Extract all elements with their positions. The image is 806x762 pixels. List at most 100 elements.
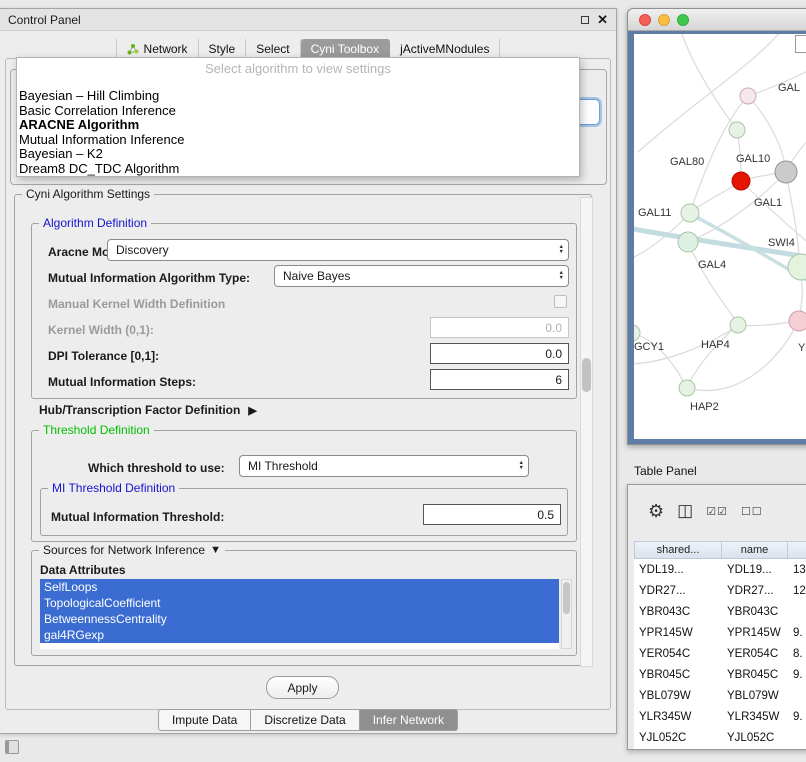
attribute-item[interactable]: TopologicalCoefficient [40, 595, 559, 611]
mi-steps-input[interactable]: 6 [430, 369, 569, 390]
stepper-down-icon: ▼ [559, 250, 564, 255]
control-panel-titlebar[interactable]: Control Panel ✕ [0, 9, 616, 31]
tab-label: Cyni Toolbox [311, 42, 379, 56]
algorithm-option[interactable]: Dream8 DC_TDC Algorithm [17, 162, 579, 177]
table-cell: 13 [788, 564, 806, 576]
network-node[interactable] [732, 172, 750, 190]
stepper-icon: ▲▼ [519, 461, 524, 471]
attribute-item[interactable]: BetweennessCentrality [40, 611, 559, 627]
close-traffic-light-icon[interactable] [639, 14, 651, 26]
minimize-traffic-light-icon[interactable] [658, 14, 670, 26]
table-panel-window: ⚙ ◫ ☑☑ ☐☐ shared...name YDL19...YDL19...… [627, 484, 806, 750]
sources-group: Sources for Network Inference ▼ Data Att… [31, 550, 577, 656]
aracne-mode-combobox[interactable]: Discovery ▲▼ [107, 239, 569, 261]
dpi-tolerance-input[interactable]: 0.0 [430, 343, 569, 364]
table-row[interactable]: YPR145WYPR145W9. [634, 622, 806, 643]
deselect-all-icon[interactable]: ☐☐ [741, 505, 763, 518]
select-all-icon[interactable]: ☑☑ [706, 505, 728, 518]
control-panel-title: Control Panel [8, 13, 81, 27]
mi-threshold-label: Mutual Information Threshold: [51, 510, 224, 524]
network-node[interactable] [729, 122, 745, 138]
panel-dock-icon[interactable] [5, 740, 19, 754]
algorithm-option[interactable]: Mutual Information Inference [17, 133, 579, 148]
gear-icon[interactable]: ⚙ [648, 501, 664, 522]
expanded-arrow-icon[interactable]: ▼ [210, 544, 221, 556]
close-icon[interactable]: ✕ [597, 13, 608, 26]
tab-jactivemnodules[interactable]: jActiveMNodules [390, 39, 500, 59]
tab-cyni-toolbox[interactable]: Cyni Toolbox [301, 39, 390, 59]
algorithm-definition-group: Algorithm Definition Aracne Mode: Discov… [31, 223, 577, 399]
tab-select[interactable]: Select [246, 39, 300, 59]
network-node[interactable] [679, 380, 695, 396]
network-node[interactable] [740, 88, 756, 104]
table-row[interactable]: YER054CYER054C8. [634, 643, 806, 664]
network-canvas[interactable]: GALGAL80GAL10GAL1GAL11SWI4GAL4GCY1HAP4YH… [634, 34, 806, 439]
node-table: shared...name YDL19...YDL19...13YDR27...… [634, 541, 806, 749]
apply-button[interactable]: Apply [266, 676, 339, 699]
network-window-titlebar[interactable] [628, 9, 806, 31]
table-row[interactable]: YBR045CYBR045C9. [634, 664, 806, 685]
mi-type-combobox[interactable]: Naive Bayes ▲▼ [274, 265, 569, 287]
algorithm-option[interactable]: Bayesian – Hill Climbing [17, 89, 579, 104]
settings-group-title: Cyni Algorithm Settings [22, 187, 154, 201]
stepper-down-icon: ▼ [519, 466, 524, 471]
manual-kernel-checkbox[interactable] [554, 295, 567, 308]
table-row[interactable]: YBL079WYBL079W [634, 685, 806, 706]
scrollbar-thumb[interactable] [563, 582, 570, 614]
hub-definition-label: Hub/Transcription Factor Definition [39, 403, 240, 417]
control-panel-window: Control Panel ✕ NetworkStyleSelect Cyni T… [0, 8, 617, 734]
attribute-item[interactable]: gal4RGexp [40, 627, 559, 643]
columns-icon[interactable]: ◫ [677, 501, 693, 521]
network-node[interactable] [681, 204, 699, 222]
algorithm-option[interactable]: ARACNE Algorithm [17, 118, 579, 133]
column-header[interactable]: name [722, 541, 788, 559]
settings-scrollbar[interactable] [580, 197, 593, 667]
attribute-item[interactable]: SelfLoops [40, 579, 559, 595]
table-row[interactable]: YDR27...YDR27...12 [634, 580, 806, 601]
table-row[interactable]: YLR345WYLR345W9. [634, 706, 806, 727]
data-attributes-label: Data Attributes [40, 563, 126, 577]
tab-discretize-data[interactable]: Discretize Data [251, 709, 359, 731]
sources-title-text: Sources for Network Inference [43, 543, 205, 557]
tab-network[interactable]: Network [116, 39, 199, 59]
hub-definition-section[interactable]: Hub/Transcription Factor Definition ▶ [39, 403, 257, 417]
table-row[interactable]: YBR043CYBR043C [634, 601, 806, 622]
table-row[interactable]: YDL19...YDL19...13 [634, 559, 806, 580]
table-cell: YBR045C [634, 669, 722, 681]
tab-infer-network[interactable]: Infer Network [360, 709, 458, 731]
which-threshold-combobox[interactable]: MI Threshold ▲▼ [239, 455, 529, 477]
table-cell: YER054C [634, 648, 722, 660]
mi-steps-label: Mutual Information Steps: [48, 375, 196, 389]
network-graph[interactable]: GALGAL80GAL10GAL1GAL11SWI4GAL4GCY1HAP4YH… [634, 34, 806, 439]
network-node[interactable] [789, 311, 806, 331]
table-cell: YBR043C [634, 606, 722, 618]
zoom-traffic-light-icon[interactable] [677, 14, 689, 26]
data-attributes-list[interactable]: SelfLoopsTopologicalCoefficientBetweenne… [40, 579, 559, 649]
scrollbar-thumb[interactable] [582, 358, 591, 392]
algorithm-option[interactable]: Basic Correlation Inference [17, 104, 579, 119]
float-window-icon[interactable] [581, 16, 589, 24]
dropdown-items: Bayesian – Hill ClimbingBasic Correlatio… [17, 89, 579, 177]
kernel-width-input: 0.0 [430, 317, 569, 338]
network-node[interactable] [775, 161, 797, 183]
which-threshold-value: MI Threshold [248, 459, 318, 473]
attributes-scrollbar[interactable] [561, 579, 572, 649]
column-header[interactable] [788, 541, 806, 559]
network-node[interactable] [678, 232, 698, 252]
tab-label: jActiveMNodules [400, 42, 489, 56]
mi-threshold-input[interactable]: 0.5 [423, 504, 561, 525]
network-node[interactable] [788, 254, 806, 280]
network-node-label: GAL80 [670, 156, 704, 168]
network-node[interactable] [634, 325, 640, 341]
network-node[interactable] [730, 317, 746, 333]
bottom-tabs: Impute DataDiscretize DataInfer Network [0, 709, 616, 731]
collapsed-arrow-icon[interactable]: ▶ [248, 404, 256, 417]
threshold-definition-title: Threshold Definition [39, 423, 154, 437]
cyni-algorithm-settings-group: Cyni Algorithm Settings Algorithm Defini… [14, 194, 592, 666]
column-header[interactable]: shared... [634, 541, 722, 559]
tab-impute-data[interactable]: Impute Data [158, 709, 251, 731]
algorithm-option[interactable]: Bayesian – K2 [17, 147, 579, 162]
tab-style[interactable]: Style [199, 39, 247, 59]
birdseye-toggle[interactable] [795, 35, 806, 53]
table-row[interactable]: YJL052CYJL052C [634, 727, 806, 748]
